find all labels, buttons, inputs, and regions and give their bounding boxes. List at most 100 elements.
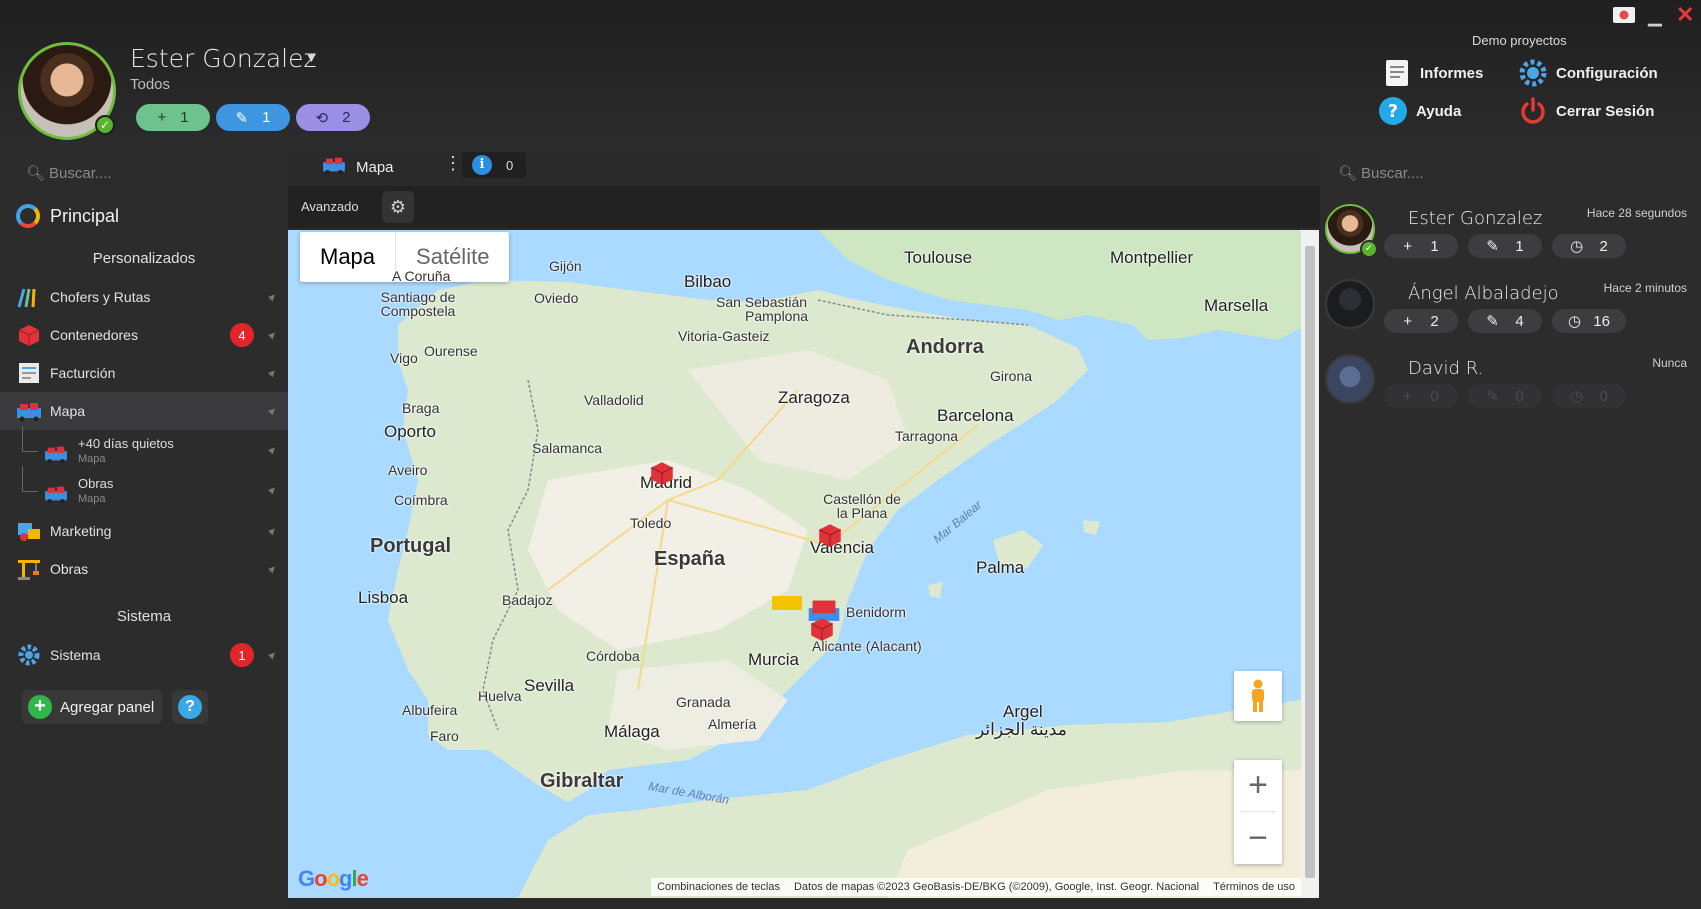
zoom-in-button[interactable]: + xyxy=(1240,760,1276,812)
scrollbar-thumb[interactable] xyxy=(1305,246,1315,878)
count: 2 xyxy=(1599,237,1608,255)
last-seen: Hace 2 minutos xyxy=(1603,281,1687,295)
principal-item[interactable]: Principal xyxy=(16,204,119,228)
container-marker[interactable] xyxy=(808,616,836,647)
map-type-map[interactable]: Mapa xyxy=(300,232,395,282)
plus-icon: + xyxy=(1403,237,1412,255)
sidebar-search[interactable]: 🔍︎ Buscar.... xyxy=(26,164,112,183)
edited-count-pill: ✎ 4 xyxy=(1468,309,1542,333)
yellow-marker[interactable] xyxy=(772,596,802,615)
sidebar-item-chofers[interactable]: Chofers y Rutas ▲ xyxy=(0,278,288,316)
sidebar-subitem-quietos[interactable]: +40 días quietos Mapa ▲ xyxy=(0,426,288,472)
added-counter[interactable]: + 1 xyxy=(136,104,210,131)
users-search[interactable]: 🔍︎ Buscar.... xyxy=(1338,164,1424,183)
current-user-name[interactable]: Ester Gonzalez xyxy=(130,44,317,73)
plus-icon: + xyxy=(1403,312,1412,330)
user-filter-label: Todos xyxy=(130,76,171,93)
sidebar-item-obras[interactable]: Obras ▲ xyxy=(0,550,288,588)
map-label: Sevilla xyxy=(524,676,575,695)
sidebar-subitem-obras[interactable]: Obras Mapa ▲ xyxy=(0,466,288,512)
clock-icon: ◷ xyxy=(1570,238,1584,255)
map-label: Málaga xyxy=(604,722,660,741)
count: 1 xyxy=(1430,237,1439,255)
panel-settings-icon[interactable]: ⚙ xyxy=(382,191,414,223)
user-card[interactable]: ✓ Ester Gonzalez Hace 28 segundos +1 ✎ 1 … xyxy=(1320,200,1701,272)
sidebar-help-button[interactable]: ? xyxy=(172,690,208,724)
minimize-icon[interactable]: ▁ xyxy=(1648,6,1662,27)
screenshot-icon[interactable] xyxy=(1612,4,1636,29)
subitem-type: Mapa xyxy=(78,453,106,465)
ayuda-link[interactable]: ? Ayuda xyxy=(1378,96,1461,126)
online-status-icon: ✓ xyxy=(95,115,115,135)
user-card[interactable]: Ángel Albaladejo Hace 2 minutos +2 ✎ 4 ◷ 1… xyxy=(1320,275,1701,347)
map-attribution: Combinaciones de teclas Datos de mapas ©… xyxy=(651,878,1301,896)
edited-counter[interactable]: ✎ 1 xyxy=(216,104,290,131)
map-land xyxy=(388,230,1301,898)
configuracion-label: Configuración xyxy=(1556,64,1658,82)
notification-badge: 1 xyxy=(230,643,254,667)
search-icon: 🔍︎ xyxy=(26,165,46,182)
map-label: Bilbao xyxy=(684,272,732,291)
pin-icon[interactable]: ▲ xyxy=(264,365,280,381)
sidebar-item-marketing[interactable]: Marketing ▲ xyxy=(0,512,288,550)
add-panel-label: Agregar panel xyxy=(60,698,155,716)
sidebar-item-contenedores[interactable]: Contenedores 4 ▲ xyxy=(0,316,288,354)
map-view[interactable]: Mapa Satélite Portugal España Andorra Gi… xyxy=(288,230,1319,898)
avatar xyxy=(1325,354,1375,404)
map-label: Toledo xyxy=(630,515,672,531)
map-label: Marsella xyxy=(1204,296,1269,315)
sidebar-item-mapa[interactable]: Mapa ▲ xyxy=(0,392,288,430)
subitem-label: +40 días quietos xyxy=(78,436,174,451)
routes-icon xyxy=(16,285,42,309)
section-personalizados: Personalizados xyxy=(92,250,196,267)
user-dropdown-icon[interactable]: ▼ xyxy=(305,50,318,65)
tab-mapa[interactable]: Mapa xyxy=(322,155,394,179)
report-icon xyxy=(1382,58,1412,88)
sidebar-item-facturacion[interactable]: Facturción ▲ xyxy=(0,354,288,392)
pin-icon[interactable]: ▲ xyxy=(264,327,280,343)
cerrar-sesion-link[interactable]: Cerrar Sesión xyxy=(1518,96,1654,126)
invoice-icon xyxy=(16,361,42,385)
container-marker[interactable] xyxy=(816,522,844,553)
info-counter[interactable]: i 0 xyxy=(462,152,526,178)
map-truck-icon xyxy=(44,484,68,509)
pin-icon[interactable]: ▲ xyxy=(264,647,280,663)
keyboard-shortcuts-link[interactable]: Combinaciones de teclas xyxy=(657,881,780,893)
map-label: Argel xyxy=(1003,702,1043,721)
added-count-pill: +1 xyxy=(1384,234,1458,258)
map-label: Barcelona xyxy=(937,406,1014,425)
map-truck-icon xyxy=(44,444,68,469)
container-icon xyxy=(16,323,42,347)
pin-icon[interactable]: ▲ xyxy=(264,523,280,539)
added-count-pill: +2 xyxy=(1384,309,1458,333)
map-label: Murcia xyxy=(748,650,800,669)
sidebar-item-sistema[interactable]: Sistema 1 ▲ xyxy=(0,636,288,674)
panel-toolbar: Avanzado ⚙ xyxy=(288,186,1320,228)
map-scrollbar[interactable] xyxy=(1301,230,1319,898)
container-marker[interactable] xyxy=(648,460,676,491)
configuracion-link[interactable]: Configuración xyxy=(1518,58,1658,88)
informes-link[interactable]: Informes xyxy=(1382,58,1483,88)
left-sidebar: 🔍︎ Buscar.... Principal Personalizados C… xyxy=(0,150,288,909)
current-user-avatar[interactable]: ✓ xyxy=(18,42,116,140)
close-icon[interactable]: ✕ xyxy=(1676,2,1694,28)
pin-icon[interactable]: ▲ xyxy=(264,403,280,419)
principal-label: Principal xyxy=(50,205,120,226)
pencil-icon: ✎ xyxy=(235,109,249,127)
add-panel-button[interactable]: + Agregar panel xyxy=(22,690,162,724)
informes-label: Informes xyxy=(1420,64,1484,82)
terms-link[interactable]: Términos de uso xyxy=(1213,881,1295,893)
zoom-out-button[interactable]: − xyxy=(1248,812,1268,864)
pin-icon[interactable]: ▲ xyxy=(264,442,280,458)
avanzado-button[interactable]: Avanzado xyxy=(301,199,359,214)
system-gear-icon xyxy=(16,643,42,667)
history-counter[interactable]: ⟲ 2 xyxy=(296,104,370,131)
user-card[interactable]: David R. Nunca +0 ✎ 0 ◷ 0 xyxy=(1320,350,1701,422)
street-view-pegman-icon[interactable] xyxy=(1234,671,1282,721)
pin-icon[interactable]: ▲ xyxy=(264,561,280,577)
avatar xyxy=(1325,279,1375,329)
plus-icon: + xyxy=(157,109,167,126)
pin-icon[interactable]: ▲ xyxy=(264,482,280,498)
pin-icon[interactable]: ▲ xyxy=(264,289,280,305)
more-options-icon[interactable]: ⋮ xyxy=(444,153,462,174)
